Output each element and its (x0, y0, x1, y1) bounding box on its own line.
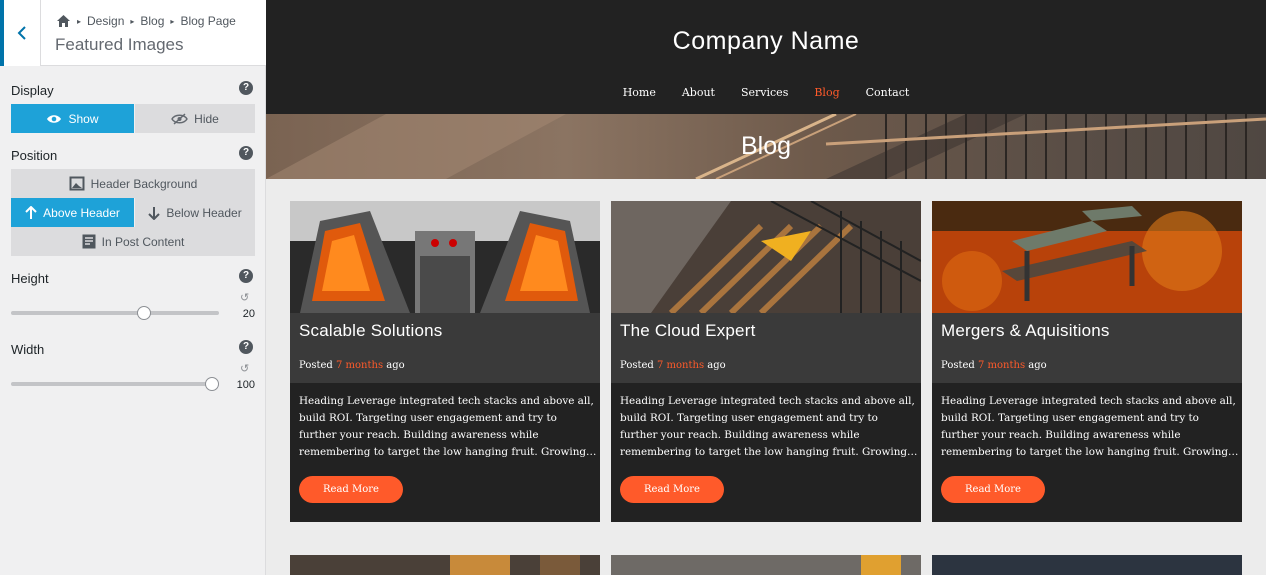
position-above-header-label: Above Header (43, 205, 120, 220)
site-preview: Company Name Home About Services Blog Co… (266, 0, 1266, 575)
back-button[interactable] (0, 0, 41, 66)
position-in-post-content-label: In Post Content (101, 234, 185, 249)
breadcrumb-item[interactable]: Blog Page (180, 14, 235, 28)
posted-label: Posted (299, 360, 333, 371)
post-date-link[interactable]: 7 months (657, 360, 704, 371)
post-date-link[interactable]: 7 months (978, 360, 1025, 371)
panel-header: ▸ Design ▸ Blog ▸ Blog Page Featured Ima… (0, 0, 266, 66)
position-below-header-label: Below Header (166, 205, 242, 220)
breadcrumb-separator: ▸ (170, 16, 175, 26)
height-value[interactable]: 20 (221, 308, 255, 320)
post-header: The Cloud Expert Posted 7 months ago (611, 313, 921, 383)
post-title[interactable]: Mergers & Aquisitions (941, 321, 1110, 341)
posted-label: Posted (620, 360, 654, 371)
position-help-icon[interactable]: ? (239, 146, 253, 160)
post-card: The Cloud Expert Posted 7 months ago Hea… (611, 201, 921, 522)
post-featured-image[interactable] (611, 201, 921, 313)
position-in-post-content-button[interactable]: In Post Content (11, 227, 255, 256)
post-card: Scalable Solutions Posted 7 months ago H… (290, 201, 600, 522)
post-card-partial (290, 555, 600, 575)
height-reset-icon[interactable]: ↺ (240, 291, 249, 304)
home-icon[interactable] (56, 14, 71, 28)
width-slider-thumb[interactable] (205, 377, 219, 391)
nav-item-home[interactable]: Home (623, 86, 656, 99)
eye-icon (47, 114, 62, 123)
position-header-background-label: Header Background (90, 176, 198, 191)
position-above-header-button[interactable]: Above Header (11, 198, 134, 227)
width-help-icon[interactable]: ? (239, 340, 253, 354)
site-title[interactable]: Company Name (266, 27, 1266, 56)
nav-item-about[interactable]: About (682, 86, 715, 99)
position-below-header-button[interactable]: Below Header (135, 198, 255, 227)
chevron-left-icon (17, 26, 26, 40)
breadcrumb-item[interactable]: Design (87, 14, 124, 28)
site-header: Company Name Home About Services Blog Co… (266, 0, 1266, 114)
height-slider-thumb[interactable] (137, 306, 152, 320)
width-label: Width (11, 342, 45, 357)
breadcrumb: ▸ Design ▸ Blog ▸ Blog Page (56, 13, 236, 29)
image-icon (69, 176, 85, 191)
read-more-button[interactable]: Read More (299, 476, 403, 503)
post-header: Mergers & Aquisitions Posted 7 months ag… (932, 313, 1242, 383)
document-icon (82, 234, 96, 249)
height-slider[interactable] (11, 306, 219, 320)
display-hide-button[interactable]: Hide (135, 104, 255, 133)
post-title[interactable]: The Cloud Expert (620, 321, 756, 341)
display-show-button[interactable]: Show (11, 104, 134, 133)
nav-item-contact[interactable]: Contact (866, 86, 910, 99)
page-hero: Blog (266, 114, 1266, 179)
post-featured-image[interactable] (932, 555, 1242, 575)
post-title[interactable]: Scalable Solutions (299, 321, 442, 341)
ago-label: ago (386, 360, 405, 371)
post-featured-image[interactable] (611, 555, 921, 575)
ago-label: ago (707, 360, 726, 371)
nav-item-blog[interactable]: Blog (814, 86, 839, 99)
eye-slash-icon (171, 112, 188, 125)
post-date-link[interactable]: 7 months (336, 360, 383, 371)
breadcrumb-separator: ▸ (77, 16, 82, 26)
height-label: Height (11, 271, 49, 286)
arrow-down-icon (148, 206, 161, 220)
page-title: Blog (740, 132, 792, 160)
position-header-background-button[interactable]: Header Background (11, 169, 255, 198)
customizer-panel: ▸ Design ▸ Blog ▸ Blog Page Featured Ima… (0, 0, 266, 575)
post-excerpt: Heading Leverage integrated tech stacks … (941, 395, 1239, 458)
post-featured-image[interactable] (290, 555, 600, 575)
post-meta: Posted 7 months ago (620, 360, 726, 371)
post-card: Mergers & Aquisitions Posted 7 months ag… (932, 201, 1242, 522)
arrow-up-icon (25, 205, 37, 219)
post-excerpt: Heading Leverage integrated tech stacks … (620, 395, 918, 458)
post-featured-image[interactable] (290, 201, 600, 313)
read-more-button[interactable]: Read More (620, 476, 724, 503)
height-help-icon[interactable]: ? (239, 269, 253, 283)
read-more-button[interactable]: Read More (941, 476, 1045, 503)
display-hide-label: Hide (194, 111, 219, 126)
breadcrumb-item[interactable]: Blog (140, 14, 164, 28)
ago-label: ago (1028, 360, 1047, 371)
display-help-icon[interactable]: ? (239, 81, 253, 95)
display-label: Display (11, 83, 54, 98)
width-reset-icon[interactable]: ↺ (240, 362, 249, 375)
display-show-label: Show (68, 111, 99, 126)
posted-label: Posted (941, 360, 975, 371)
post-card-partial (611, 555, 921, 575)
nav-item-services[interactable]: Services (741, 86, 788, 99)
post-header: Scalable Solutions Posted 7 months ago (290, 313, 600, 383)
post-featured-image[interactable] (932, 201, 1242, 313)
panel-title: Featured Images (55, 35, 184, 54)
width-slider[interactable] (11, 377, 219, 391)
post-meta: Posted 7 months ago (299, 360, 405, 371)
main-nav: Home About Services Blog Contact (266, 86, 1266, 99)
width-value[interactable]: 100 (221, 379, 255, 391)
post-meta: Posted 7 months ago (941, 360, 1047, 371)
post-card-partial (932, 555, 1242, 575)
post-excerpt: Heading Leverage integrated tech stacks … (299, 395, 597, 458)
breadcrumb-separator: ▸ (130, 16, 135, 26)
position-label: Position (11, 148, 58, 163)
